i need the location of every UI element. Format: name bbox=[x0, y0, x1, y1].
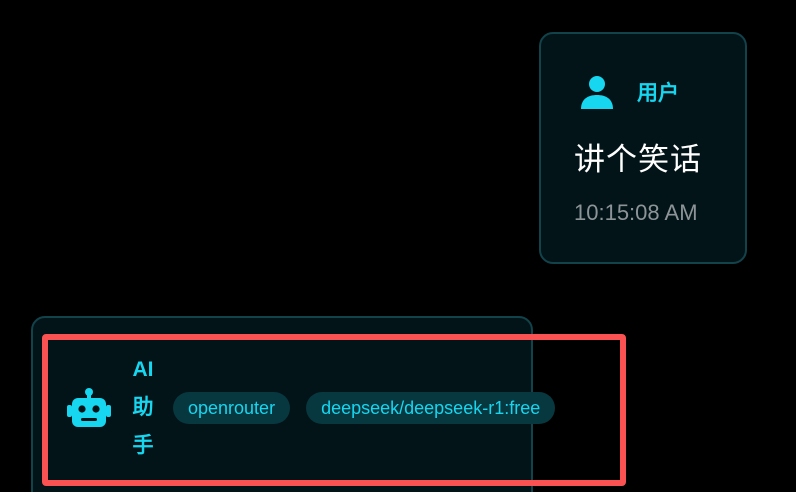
user-role-label: 用户 bbox=[637, 81, 679, 105]
model-tag: deepseek/deepseek-r1:free bbox=[306, 392, 556, 424]
provider-tag: openrouter bbox=[173, 392, 291, 424]
robot-icon bbox=[67, 388, 111, 428]
ai-role-label-line: 手 bbox=[132, 434, 154, 457]
ai-message-header: AI 助 手 openrouter deepseek/deepseek-r1:f… bbox=[67, 351, 556, 465]
ai-role-label-line: 助 bbox=[132, 396, 154, 419]
ai-role-label: AI 助 手 bbox=[129, 351, 157, 465]
user-icon bbox=[579, 74, 615, 110]
user-message-header: 用户 bbox=[579, 74, 679, 110]
user-message-card: 用户 讲个笑话 10:15:08 AM bbox=[539, 32, 747, 264]
chat-area: 用户 讲个笑话 10:15:08 AM AI 助 手 openrouter de… bbox=[0, 0, 796, 492]
ai-role-label-line: AI bbox=[132, 358, 154, 381]
user-message-text: 讲个笑话 bbox=[574, 142, 702, 178]
user-message-timestamp: 10:15:08 AM bbox=[574, 200, 698, 225]
ai-message-card: AI 助 手 openrouter deepseek/deepseek-r1:f… bbox=[31, 316, 556, 492]
